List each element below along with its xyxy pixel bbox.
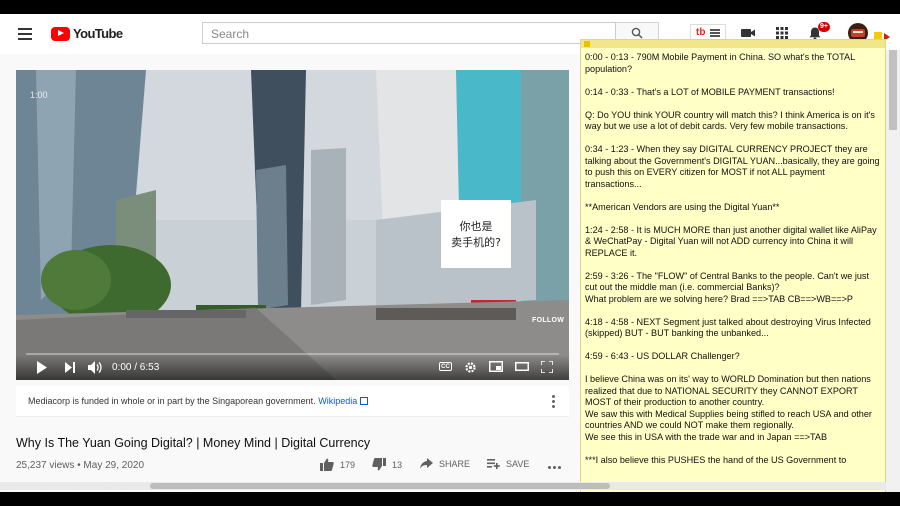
page-scroll-thumb[interactable]: [150, 483, 610, 489]
save-label: SAVE: [506, 458, 530, 469]
letterbox-top: [0, 0, 900, 14]
apps-icon[interactable]: [775, 26, 789, 40]
video-frame-scene: 你也是 卖手机的?: [16, 70, 569, 380]
youtube-logo-icon: [51, 26, 70, 41]
note-paragraph: I believe China was on its' way to WORLD…: [585, 374, 872, 442]
create-video-icon[interactable]: [740, 26, 756, 40]
dislike-count: 13: [392, 459, 403, 470]
video-player[interactable]: 你也是 卖手机的? 1:00 FOLLOW 0:00 / 6:53 CC: [16, 70, 569, 380]
more-actions-icon[interactable]: [548, 466, 561, 469]
playlist-add-icon: [487, 459, 500, 469]
next-button[interactable]: [64, 361, 76, 374]
billboard-line-2: 卖手机的?: [451, 235, 501, 249]
note-paragraph: **American Vendors are using the Digital…: [585, 201, 780, 212]
thumbs-down-icon: [372, 458, 386, 471]
note-paragraph: 4:18 - 4:58 - NEXT Segment just talked a…: [585, 316, 871, 339]
fullscreen-icon[interactable]: [541, 361, 553, 373]
page-horizontal-scrollbar[interactable]: [0, 482, 886, 490]
notes-scroll-thumb[interactable]: [889, 50, 897, 130]
miniplayer-icon[interactable]: [489, 361, 503, 372]
time-display: 0:00 / 6:53: [112, 362, 160, 373]
save-button[interactable]: SAVE: [487, 458, 529, 469]
thumbs-up-icon: [320, 458, 334, 471]
theater-mode-icon[interactable]: [515, 361, 529, 372]
settings-gear-icon[interactable]: [464, 361, 477, 374]
logo-text: YouTube: [73, 26, 123, 41]
note-paragraph: 0:00 - 0:13 - 790M Mobile Payment in Chi…: [585, 52, 855, 74]
player-controls: 0:00 / 6:53 CC: [16, 355, 569, 380]
dislike-button[interactable]: 13: [372, 458, 402, 471]
video-title: Why Is The Yuan Going Digital? | Money M…: [16, 436, 371, 450]
note-paragraph: Q: Do YOU think YOUR country will match …: [585, 109, 875, 132]
note-paragraph: 0:34 - 1:23 - When they say DIGITAL CURR…: [585, 144, 880, 189]
funding-text: Mediacorp is funded in whole or in part …: [28, 396, 316, 406]
notes-scrollbar[interactable]: [886, 50, 900, 492]
share-button[interactable]: SHARE: [420, 458, 470, 469]
like-count: 179: [340, 459, 356, 470]
video-overlay-timestamp: 1:00: [30, 90, 48, 100]
volume-button[interactable]: [88, 361, 103, 374]
share-icon: [420, 458, 433, 469]
youtube-page: YouTube Search tb 9+ 你也是 卖手机的? 1:00 FOLL…: [0, 14, 900, 492]
notification-badge: 9+: [818, 22, 830, 32]
billboard-line-1: 你也是: [460, 220, 493, 233]
share-label: SHARE: [439, 458, 471, 469]
tb-label: tb: [696, 27, 706, 38]
follow-watermark: FOLLOW: [532, 317, 565, 324]
funding-info-text: Mediacorp is funded in whole or in part …: [28, 396, 369, 406]
note-paragraph: 1:24 - 2:58 - It is MUCH MORE than just …: [585, 224, 877, 258]
note-paragraph: 2:59 - 3:26 - The "FLOW" of Central Bank…: [585, 270, 870, 304]
external-link-icon: [360, 397, 369, 405]
note-paragraph: 4:59 - 6:43 - US DOLLAR Challenger?: [585, 351, 740, 361]
youtube-logo[interactable]: YouTube: [51, 26, 123, 41]
view-count-date: 25,237 views • May 29, 2020: [16, 460, 145, 471]
captions-button[interactable]: CC: [439, 362, 452, 371]
wikipedia-link[interactable]: Wikipedia: [318, 396, 357, 406]
letterbox-bottom: [0, 492, 900, 506]
list-icon: [710, 29, 720, 37]
search-placeholder: Search: [211, 27, 250, 41]
search-input[interactable]: Search: [202, 22, 616, 44]
notes-text[interactable]: 0:00 - 0:13 - 790M Mobile Payment in Chi…: [585, 52, 881, 478]
notes-panel[interactable]: 0:00 - 0:13 - 790M Mobile Payment in Chi…: [580, 39, 886, 492]
note-paragraph: ***I also believe this PUSHES the hand o…: [585, 454, 847, 465]
menu-icon[interactable]: [18, 28, 32, 40]
like-button[interactable]: 179: [320, 458, 355, 471]
notes-header-bar[interactable]: [581, 40, 885, 48]
funding-info-panel: Mediacorp is funded in whole or in part …: [16, 386, 569, 417]
note-paragraph: 0:14 - 0:33 - That's a LOT of MOBILE PAY…: [585, 86, 835, 97]
search-icon: [631, 27, 643, 39]
info-more-icon[interactable]: [552, 395, 555, 410]
play-button[interactable]: [36, 361, 48, 374]
